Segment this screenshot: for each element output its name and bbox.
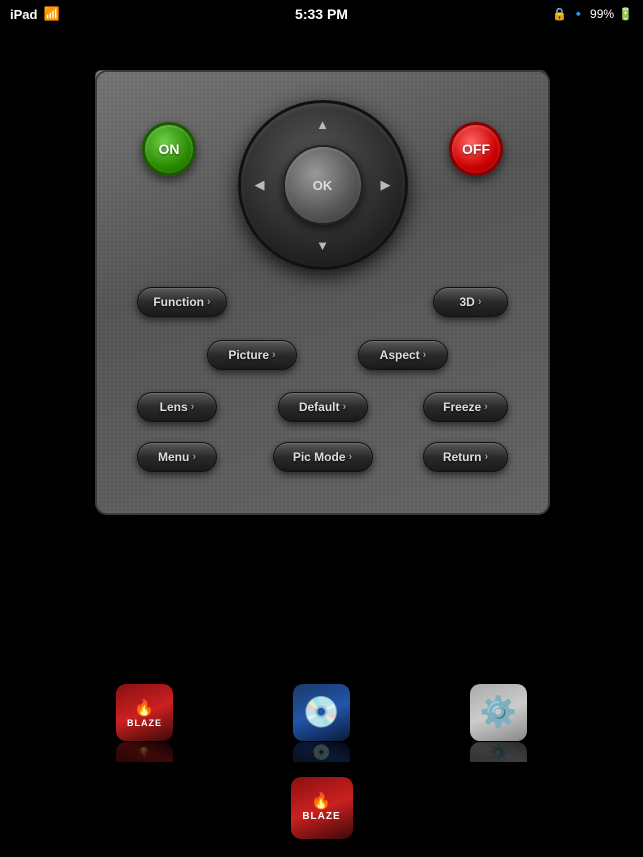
blaze-bottom-flame-icon: 🔥 bbox=[311, 794, 332, 810]
settings-app-icon[interactable]: ⚙️ bbox=[470, 684, 527, 741]
bluray-app-icon[interactable]: 💿 bbox=[293, 684, 350, 741]
default-label: Default bbox=[299, 400, 340, 414]
freeze-label: Freeze bbox=[443, 400, 481, 414]
status-left: iPad 📶 bbox=[10, 6, 60, 22]
blaze-app-icon[interactable]: 🔥 BLAZE bbox=[116, 684, 173, 741]
dpad-left-arrow[interactable]: ◀ bbox=[255, 177, 265, 193]
blaze-bottom-logo[interactable]: 🔥 BLAZE bbox=[291, 777, 353, 839]
power-on-button[interactable]: ON bbox=[142, 122, 196, 176]
3d-button[interactable]: 3D bbox=[433, 287, 508, 317]
aspect-button[interactable]: Aspect bbox=[358, 340, 448, 370]
remote-panel: ON OFF ▲ ▼ ◀ ▶ OK Function 3D Picture As… bbox=[95, 70, 550, 515]
return-button[interactable]: Return bbox=[423, 442, 508, 472]
app-icons-row: 🔥 BLAZE 🔥 💿 💿 ⚙️ bbox=[0, 684, 643, 762]
bluray-app-reflection: 💿 bbox=[293, 742, 350, 762]
status-right: 🔒 🔹 99% 🔋 bbox=[552, 7, 633, 21]
dpad-container: ▲ ▼ ◀ ▶ OK bbox=[238, 100, 408, 270]
blaze-bottom-label: BLAZE bbox=[302, 811, 340, 822]
blaze-app-wrap: 🔥 BLAZE 🔥 bbox=[116, 684, 173, 762]
gear-icon: ⚙️ bbox=[480, 695, 517, 730]
blaze-app-label: BLAZE bbox=[127, 718, 162, 728]
function-button[interactable]: Function bbox=[137, 287, 227, 317]
lens-label: Lens bbox=[160, 400, 188, 414]
off-label: OFF bbox=[462, 141, 490, 157]
lock-icon: 🔒 bbox=[552, 7, 567, 21]
picture-label: Picture bbox=[228, 348, 269, 362]
battery-percent: 99% bbox=[590, 7, 614, 21]
function-label: Function bbox=[153, 295, 204, 309]
dpad-right-arrow[interactable]: ▶ bbox=[381, 177, 391, 193]
blaze-icon-content: 🔥 BLAZE bbox=[116, 684, 173, 741]
dpad-outer: ▲ ▼ ◀ ▶ OK bbox=[238, 100, 408, 270]
dpad-up-arrow[interactable]: ▲ bbox=[316, 117, 329, 132]
return-label: Return bbox=[443, 450, 482, 464]
dpad-down-arrow[interactable]: ▼ bbox=[316, 238, 329, 253]
settings-app-reflection: ⚙️ bbox=[470, 742, 527, 762]
blaze-app-reflection: 🔥 bbox=[116, 742, 173, 762]
status-bar: iPad 📶 5:33 PM 🔒 🔹 99% 🔋 bbox=[0, 0, 643, 28]
menu-label: Menu bbox=[158, 450, 189, 464]
pic-mode-label: Pic Mode bbox=[293, 450, 346, 464]
settings-app-wrap: ⚙️ ⚙️ bbox=[470, 684, 527, 762]
battery-icon: 🔋 bbox=[618, 7, 633, 21]
bluray-disc-icon: 💿 bbox=[303, 695, 340, 730]
wifi-icon: 📶 bbox=[43, 6, 59, 22]
ok-label: OK bbox=[313, 178, 333, 193]
bluray-app-wrap: 💿 💿 bbox=[293, 684, 350, 762]
pic-mode-button[interactable]: Pic Mode bbox=[273, 442, 373, 472]
settings-icon-content: ⚙️ bbox=[470, 684, 527, 741]
picture-button[interactable]: Picture bbox=[207, 340, 297, 370]
lens-button[interactable]: Lens bbox=[137, 392, 217, 422]
freeze-button[interactable]: Freeze bbox=[423, 392, 508, 422]
status-time: 5:33 PM bbox=[295, 6, 348, 22]
aspect-label: Aspect bbox=[380, 348, 420, 362]
blaze-flame-icon: 🔥 bbox=[134, 698, 155, 718]
3d-label: 3D bbox=[459, 295, 474, 309]
default-button[interactable]: Default bbox=[278, 392, 368, 422]
device-label: iPad bbox=[10, 7, 37, 22]
bluray-icon-content: 💿 bbox=[293, 684, 350, 741]
bluetooth-icon: 🔹 bbox=[571, 7, 586, 21]
power-off-button[interactable]: OFF bbox=[449, 122, 503, 176]
ok-button[interactable]: OK bbox=[283, 145, 363, 225]
on-label: ON bbox=[159, 141, 180, 157]
menu-button[interactable]: Menu bbox=[137, 442, 217, 472]
